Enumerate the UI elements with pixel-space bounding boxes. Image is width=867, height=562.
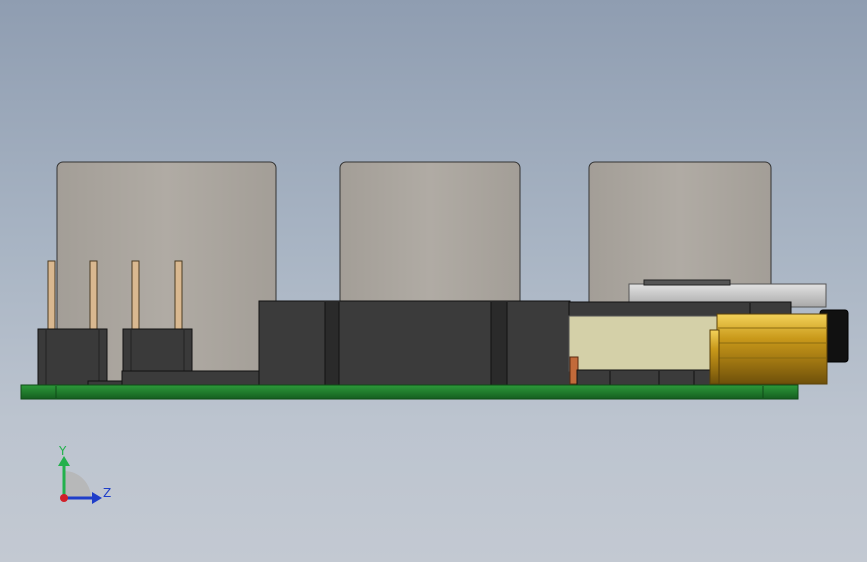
z-axis-label: Z bbox=[103, 486, 111, 500]
header-pin bbox=[89, 260, 98, 333]
ffc-cable[interactable] bbox=[568, 315, 720, 372]
audio-jack-ring bbox=[709, 329, 720, 385]
axis-triad[interactable]: Y Z bbox=[58, 444, 111, 504]
low-connector[interactable] bbox=[121, 370, 261, 387]
dark-connector-block[interactable] bbox=[258, 300, 571, 387]
header-pin bbox=[131, 260, 140, 333]
block-divider bbox=[491, 302, 507, 385]
pcb-board[interactable] bbox=[20, 384, 799, 400]
x-axis-dot bbox=[60, 494, 68, 502]
header-pin bbox=[174, 260, 183, 333]
block-divider bbox=[325, 302, 339, 385]
ffc-connector-base[interactable] bbox=[576, 369, 717, 387]
cad-viewport[interactable]: Y Z bbox=[0, 0, 867, 562]
header-pin bbox=[47, 260, 56, 333]
pin-header-body-left[interactable] bbox=[37, 328, 108, 387]
triad-plane-arc bbox=[64, 471, 91, 498]
pcb-assembly-side-view[interactable]: Y Z bbox=[0, 0, 867, 562]
y-axis-label: Y bbox=[58, 444, 67, 458]
metal-shield-top bbox=[643, 279, 731, 286]
audio-jack-barrel[interactable] bbox=[716, 313, 828, 385]
